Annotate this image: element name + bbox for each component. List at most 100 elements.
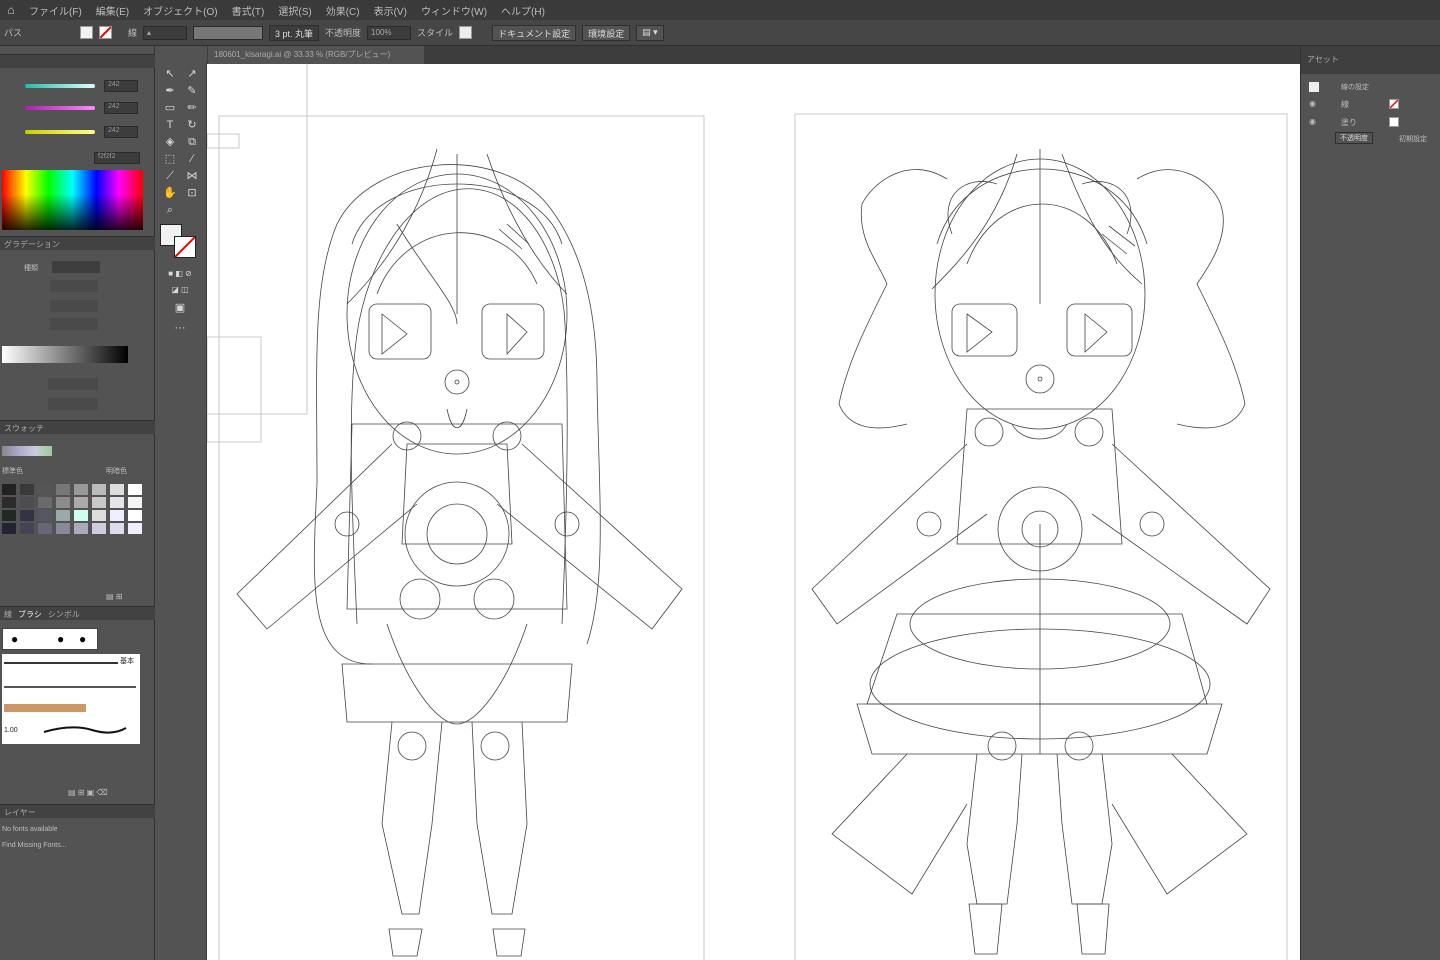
- brush-swatch-row[interactable]: ● ● ●: [2, 628, 98, 650]
- reset-button[interactable]: 初期設定: [1399, 134, 1427, 144]
- swatch-cell[interactable]: [56, 484, 70, 495]
- gradient-field-4[interactable]: [48, 378, 98, 390]
- hand-tool-icon[interactable]: ✋: [160, 185, 180, 201]
- swatch-cell[interactable]: [20, 523, 34, 534]
- brush-tab-stroke[interactable]: 線: [4, 609, 12, 619]
- swatch-cell[interactable]: [128, 484, 142, 495]
- swatch-cell[interactable]: [74, 484, 88, 495]
- eye-icon[interactable]: ◉: [1309, 117, 1316, 126]
- layer-row-fill[interactable]: ◉ 塗り: [1301, 114, 1440, 130]
- red-value[interactable]: 242: [104, 80, 138, 92]
- swatch-cell[interactable]: [20, 497, 34, 508]
- swatch-cell[interactable]: [74, 497, 88, 508]
- color-spectrum[interactable]: [2, 170, 143, 230]
- gradient-tool-icon[interactable]: ⟋: [160, 168, 180, 184]
- swatch-cell[interactable]: [110, 497, 124, 508]
- swatch-panel-footer-icons[interactable]: ▤ ⊞: [106, 592, 136, 602]
- opacity-field[interactable]: 100%: [367, 25, 412, 40]
- brush-list[interactable]: 基本 1.00: [2, 654, 140, 744]
- opacity-button[interactable]: 不透明度: [1335, 132, 1373, 144]
- zoom-tool-icon[interactable]: ⌕: [160, 202, 180, 218]
- swatch-cell[interactable]: [2, 484, 16, 495]
- home-icon[interactable]: ⌂: [0, 0, 22, 20]
- draw-mode-icons[interactable]: ◪ ◫: [158, 282, 202, 298]
- find-fonts-link[interactable]: Find Missing Fonts...: [2, 842, 67, 849]
- swatch-cell[interactable]: [20, 510, 34, 521]
- swatch-grid[interactable]: [2, 484, 152, 540]
- pencil-tool-icon[interactable]: ✏: [182, 100, 202, 116]
- right-panel-tab-label[interactable]: 線の設定: [1341, 82, 1369, 92]
- swatch-cell[interactable]: [38, 484, 52, 495]
- layer-stroke-swatch[interactable]: [1389, 99, 1399, 109]
- swatch-cell[interactable]: [128, 523, 142, 534]
- blend-tool-icon[interactable]: ⋈: [182, 168, 202, 184]
- swatch-cell[interactable]: [2, 523, 16, 534]
- menu-view[interactable]: 表示(V): [367, 3, 414, 18]
- swatch-cell[interactable]: [38, 510, 52, 521]
- document-tab[interactable]: 180601_kisaragi.ai @ 33.33 % (RGB/プレビュー): [208, 46, 424, 64]
- swatch-cell[interactable]: [110, 484, 124, 495]
- swatch-cell[interactable]: [56, 497, 70, 508]
- swatch-cell[interactable]: [110, 510, 124, 521]
- stroke-color-icon[interactable]: [174, 236, 196, 258]
- swatch-cell[interactable]: [2, 497, 16, 508]
- graphic-style-swatch[interactable]: [459, 26, 473, 39]
- rotate-tool-icon[interactable]: ↻: [182, 117, 202, 133]
- hex-value[interactable]: f2f2f2: [94, 152, 140, 164]
- layer-row-stroke[interactable]: ◉ 線: [1301, 96, 1440, 112]
- menu-help[interactable]: ヘルプ(H): [494, 3, 552, 18]
- brush-tab-brush[interactable]: ブラシ: [18, 609, 42, 619]
- document-setup-button[interactable]: ドキュメント設定: [492, 24, 577, 41]
- curvature-tool-icon[interactable]: ✎: [182, 83, 202, 99]
- green-slider[interactable]: [25, 106, 95, 110]
- swatch-cell[interactable]: [56, 523, 70, 534]
- blue-value[interactable]: 242: [104, 126, 138, 138]
- red-slider[interactable]: [25, 84, 95, 88]
- gradient-slider[interactable]: [2, 346, 128, 363]
- screen-mode-icon[interactable]: ▣: [170, 300, 190, 316]
- swatch-cell[interactable]: [92, 497, 106, 508]
- swatch-cell[interactable]: [74, 523, 88, 534]
- swatch-cell[interactable]: [38, 523, 52, 534]
- menu-window[interactable]: ウィンドウ(W): [414, 3, 494, 18]
- eyedropper-tool-icon[interactable]: ⁄: [182, 151, 202, 167]
- swatch-cell[interactable]: [92, 484, 106, 495]
- variable-width-field[interactable]: [193, 25, 264, 40]
- artboard-tool-icon[interactable]: ⊡: [182, 185, 202, 201]
- menu-select[interactable]: 選択(S): [271, 3, 318, 18]
- gradient-field-2[interactable]: [50, 300, 98, 312]
- gradient-field-5[interactable]: [48, 398, 98, 410]
- swatch-cell[interactable]: [20, 484, 34, 495]
- swatch-library-strip[interactable]: [2, 446, 52, 456]
- brush-tab-symbol[interactable]: シンボル: [48, 609, 80, 619]
- brush-panel-footer-icons[interactable]: ▤ ⊞ ▣ ⌫: [68, 788, 148, 798]
- swatch-cell[interactable]: [2, 510, 16, 521]
- direct-selection-tool-icon[interactable]: ↗: [182, 66, 202, 82]
- swatch-cell[interactable]: [56, 510, 70, 521]
- preferences-button[interactable]: 環境設定: [582, 24, 631, 41]
- gradient-field-3[interactable]: [50, 318, 98, 330]
- rectangle-tool-icon[interactable]: ▭: [160, 100, 180, 116]
- swatch-cell[interactable]: [92, 510, 106, 521]
- width-tool-icon[interactable]: ⧉: [182, 134, 202, 150]
- menu-effect[interactable]: 効果(C): [319, 3, 367, 18]
- arrange-dropdown[interactable]: ▤ ▾: [636, 24, 664, 41]
- type-tool-icon[interactable]: T: [160, 117, 180, 133]
- swatch-cell[interactable]: [74, 510, 88, 521]
- swatch-cell[interactable]: [128, 510, 142, 521]
- menu-file[interactable]: ファイル(F): [22, 3, 89, 18]
- blue-slider[interactable]: [25, 130, 95, 134]
- swatch-cell[interactable]: [110, 523, 124, 534]
- canvas-area[interactable]: [207, 64, 1300, 960]
- fill-swatch[interactable]: [80, 26, 93, 39]
- pen-tool-icon[interactable]: ✒: [160, 83, 180, 99]
- green-value[interactable]: 242: [104, 102, 138, 114]
- opacity-label[interactable]: 不透明度: [325, 26, 361, 39]
- menu-edit[interactable]: 編集(E): [89, 3, 136, 18]
- selection-tool-icon[interactable]: ↖: [160, 66, 180, 82]
- free-transform-tool-icon[interactable]: ⬚: [160, 151, 180, 167]
- edit-toolbar-icon[interactable]: ···: [170, 320, 190, 336]
- gradient-type-buttons[interactable]: [52, 261, 100, 273]
- shape-builder-tool-icon[interactable]: ◈: [160, 134, 180, 150]
- menu-type[interactable]: 書式(T): [225, 3, 272, 18]
